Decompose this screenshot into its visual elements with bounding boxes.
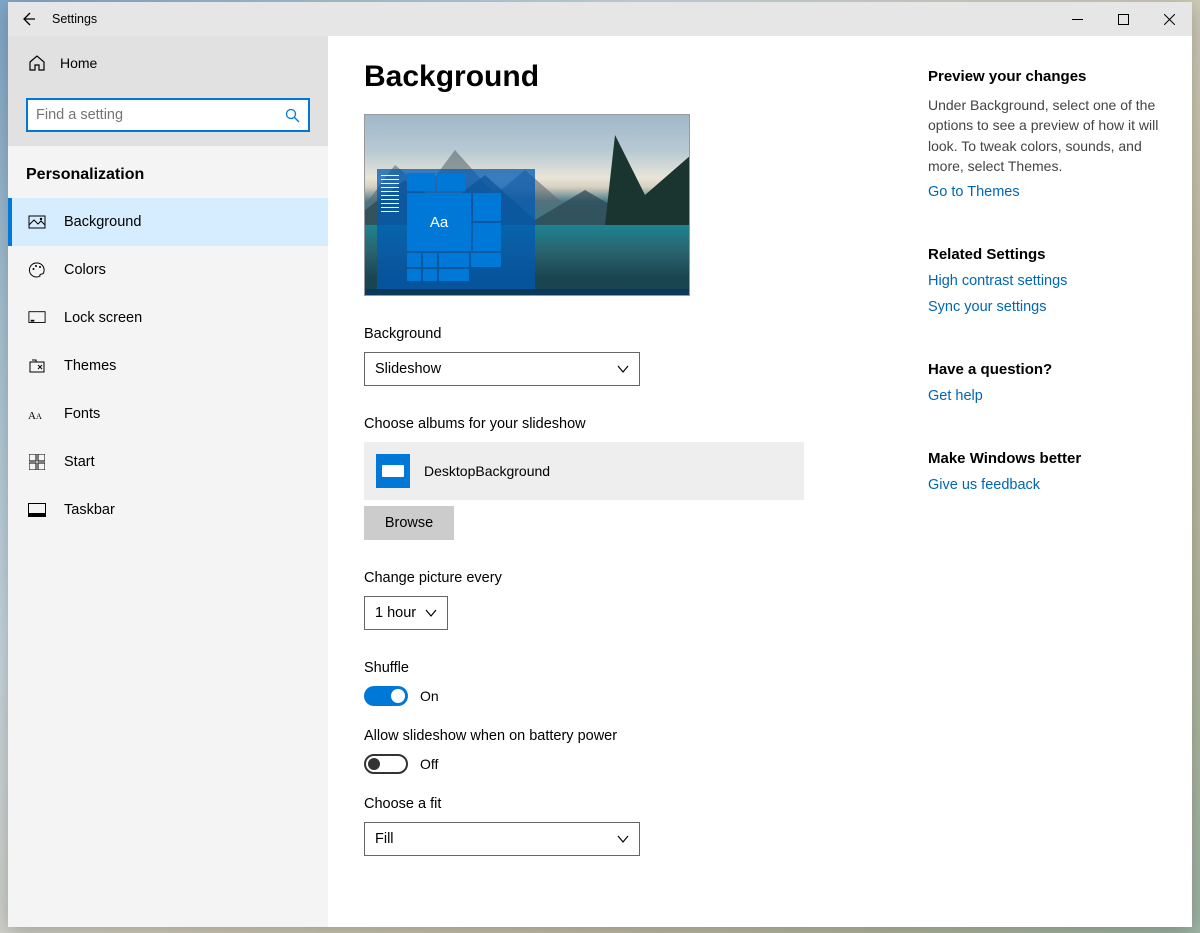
titlebar: Settings bbox=[8, 2, 1192, 36]
folder-icon bbox=[376, 454, 410, 488]
lockscreen-icon bbox=[28, 309, 46, 327]
sidebar: Home Personalization Background Colors L… bbox=[8, 36, 328, 927]
window-title: Settings bbox=[48, 12, 97, 26]
sync-settings-link[interactable]: Sync your settings bbox=[928, 299, 1178, 315]
right-pane: Preview your changes Under Background, s… bbox=[928, 60, 1178, 897]
sidebar-item-lockscreen[interactable]: Lock screen bbox=[8, 294, 328, 342]
search-wrap bbox=[8, 90, 328, 146]
change-every-label: Change picture every bbox=[364, 570, 924, 586]
image-icon bbox=[28, 213, 46, 231]
search-icon bbox=[285, 108, 300, 123]
chevron-down-icon bbox=[617, 363, 629, 375]
sidebar-item-label: Background bbox=[64, 214, 141, 230]
battery-state: Off bbox=[420, 756, 438, 772]
albums-label: Choose albums for your slideshow bbox=[364, 416, 924, 432]
chevron-down-icon bbox=[425, 607, 437, 619]
svg-text:A: A bbox=[36, 412, 42, 421]
maximize-button[interactable] bbox=[1100, 2, 1146, 36]
sidebar-item-label: Lock screen bbox=[64, 310, 142, 326]
fit-select[interactable]: Fill bbox=[364, 822, 640, 856]
back-button[interactable] bbox=[8, 2, 48, 36]
sidebar-item-colors[interactable]: Colors bbox=[8, 246, 328, 294]
preview-aa-tile: Aa bbox=[407, 193, 471, 251]
svg-text:A: A bbox=[28, 410, 36, 422]
shuffle-label: Shuffle bbox=[364, 660, 924, 676]
start-icon bbox=[28, 453, 46, 471]
fit-label: Choose a fit bbox=[364, 796, 924, 812]
better-heading: Make Windows better bbox=[928, 450, 1178, 467]
shuffle-state: On bbox=[420, 688, 439, 704]
sidebar-item-label: Fonts bbox=[64, 406, 100, 422]
browse-label: Browse bbox=[385, 515, 433, 531]
sidebar-item-themes[interactable]: Themes bbox=[8, 342, 328, 390]
home-icon bbox=[28, 54, 46, 72]
preview-heading: Preview your changes bbox=[928, 68, 1178, 85]
feedback-link[interactable]: Give us feedback bbox=[928, 477, 1178, 493]
sidebar-item-label: Taskbar bbox=[64, 502, 115, 518]
get-help-link[interactable]: Get help bbox=[928, 388, 1178, 404]
related-heading: Related Settings bbox=[928, 246, 1178, 263]
go-to-themes-link[interactable]: Go to Themes bbox=[928, 184, 1178, 200]
close-icon bbox=[1164, 14, 1175, 25]
themes-icon bbox=[28, 357, 46, 375]
settings-window: Settings Home Personalization bbox=[8, 2, 1192, 927]
fonts-icon: AA bbox=[28, 405, 46, 423]
sidebar-item-background[interactable]: Background bbox=[8, 198, 328, 246]
background-select-value: Slideshow bbox=[375, 361, 441, 377]
search-input[interactable] bbox=[36, 107, 279, 123]
search-box[interactable] bbox=[26, 98, 310, 132]
maximize-icon bbox=[1118, 14, 1129, 25]
sidebar-item-label: Start bbox=[64, 454, 95, 470]
sidebar-item-fonts[interactable]: AA Fonts bbox=[8, 390, 328, 438]
home-nav[interactable]: Home bbox=[8, 36, 328, 90]
question-heading: Have a question? bbox=[928, 361, 1178, 378]
high-contrast-link[interactable]: High contrast settings bbox=[928, 273, 1178, 289]
taskbar-icon bbox=[28, 501, 46, 519]
battery-toggle[interactable] bbox=[364, 754, 408, 774]
sidebar-item-label: Themes bbox=[64, 358, 116, 374]
fit-value: Fill bbox=[375, 831, 394, 847]
minimize-button[interactable] bbox=[1054, 2, 1100, 36]
preview-text: Under Background, select one of the opti… bbox=[928, 95, 1178, 176]
sidebar-item-start[interactable]: Start bbox=[8, 438, 328, 486]
preview-startmenu: Aa bbox=[377, 169, 535, 289]
browse-button[interactable]: Browse bbox=[364, 506, 454, 540]
shuffle-toggle[interactable] bbox=[364, 686, 408, 706]
background-select[interactable]: Slideshow bbox=[364, 352, 640, 386]
background-label: Background bbox=[364, 326, 924, 342]
desktop-preview: Aa bbox=[364, 114, 690, 296]
battery-label: Allow slideshow when on battery power bbox=[364, 728, 924, 744]
album-folder-name: DesktopBackground bbox=[424, 463, 550, 479]
change-every-value: 1 hour bbox=[375, 605, 416, 621]
home-label: Home bbox=[60, 55, 97, 71]
palette-icon bbox=[28, 261, 46, 279]
close-button[interactable] bbox=[1146, 2, 1192, 36]
change-every-select[interactable]: 1 hour bbox=[364, 596, 448, 630]
page-title: Background bbox=[364, 60, 924, 94]
section-heading: Personalization bbox=[8, 146, 328, 198]
chevron-down-icon bbox=[617, 833, 629, 845]
minimize-icon bbox=[1072, 14, 1083, 25]
sidebar-item-taskbar[interactable]: Taskbar bbox=[8, 486, 328, 534]
sidebar-item-label: Colors bbox=[64, 262, 106, 278]
album-row[interactable]: DesktopBackground bbox=[364, 442, 804, 500]
content-area: Background Aa bbox=[328, 36, 1192, 927]
arrow-left-icon bbox=[20, 11, 36, 27]
